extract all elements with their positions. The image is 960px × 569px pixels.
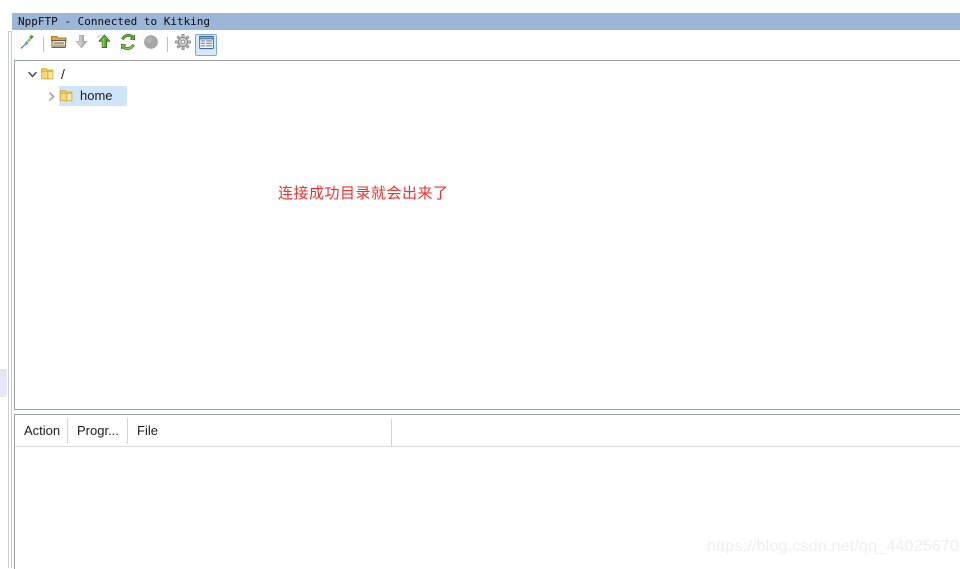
abort-button[interactable] <box>140 34 162 56</box>
tree-node-label: home <box>80 88 113 103</box>
refresh-button[interactable] <box>117 33 139 56</box>
remote-directory-tree[interactable]: / home 连接成功目录就会出来了 <box>14 60 960 410</box>
column-resize-handle[interactable] <box>391 419 392 446</box>
column-header-action[interactable]: Action <box>15 415 67 446</box>
arrow-up-icon <box>96 33 114 56</box>
queue-column-header: Action Progr... File <box>15 415 960 447</box>
folder-open-icon <box>50 33 68 56</box>
column-header-file[interactable]: File <box>128 415 348 446</box>
messages-button[interactable] <box>195 33 217 56</box>
settings-button[interactable] <box>172 34 194 56</box>
watermark: https://blog.csdn.net/qq_44025670 <box>707 538 960 555</box>
host-edge-line-inner <box>11 31 12 568</box>
gear-icon <box>174 33 192 56</box>
dock-splitter-handle[interactable] <box>0 369 7 397</box>
column-header-progress[interactable]: Progr... <box>68 415 127 446</box>
arrow-down-icon <box>73 33 91 56</box>
tree-node-list: / home <box>15 63 960 107</box>
open-directory-button[interactable] <box>48 34 70 56</box>
abort-circle-icon <box>142 33 160 56</box>
annotation-text: 连接成功目录就会出来了 <box>278 184 449 202</box>
panel-title: NppFTP - Connected to Kitking <box>18 15 211 28</box>
chevron-right-icon[interactable] <box>43 88 59 104</box>
toolbar <box>12 31 960 58</box>
refresh-icon <box>119 33 137 56</box>
toolbar-separator-1 <box>43 37 44 52</box>
upload-button[interactable] <box>94 34 116 56</box>
download-button[interactable] <box>71 34 93 56</box>
tree-node-root-hit[interactable]: / <box>40 64 79 84</box>
tree-node-home-hit[interactable]: home <box>59 86 127 106</box>
chevron-down-icon[interactable] <box>24 66 40 82</box>
nppftp-panel: NppFTP - Connected to Kitking / home 连接成… <box>0 0 960 569</box>
message-window-icon <box>198 34 215 56</box>
plug-icon <box>18 33 36 56</box>
panel-titlebar[interactable]: NppFTP - Connected to Kitking <box>12 13 960 30</box>
folder-icon <box>40 66 56 82</box>
tree-node-home[interactable]: home <box>15 85 960 107</box>
connect-button[interactable] <box>16 34 38 56</box>
toolbar-separator-2 <box>167 37 168 52</box>
tree-node-root[interactable]: / <box>15 63 960 85</box>
host-edge-line-left <box>8 36 9 568</box>
folder-icon <box>59 88 75 104</box>
tree-node-label: / <box>61 66 65 82</box>
